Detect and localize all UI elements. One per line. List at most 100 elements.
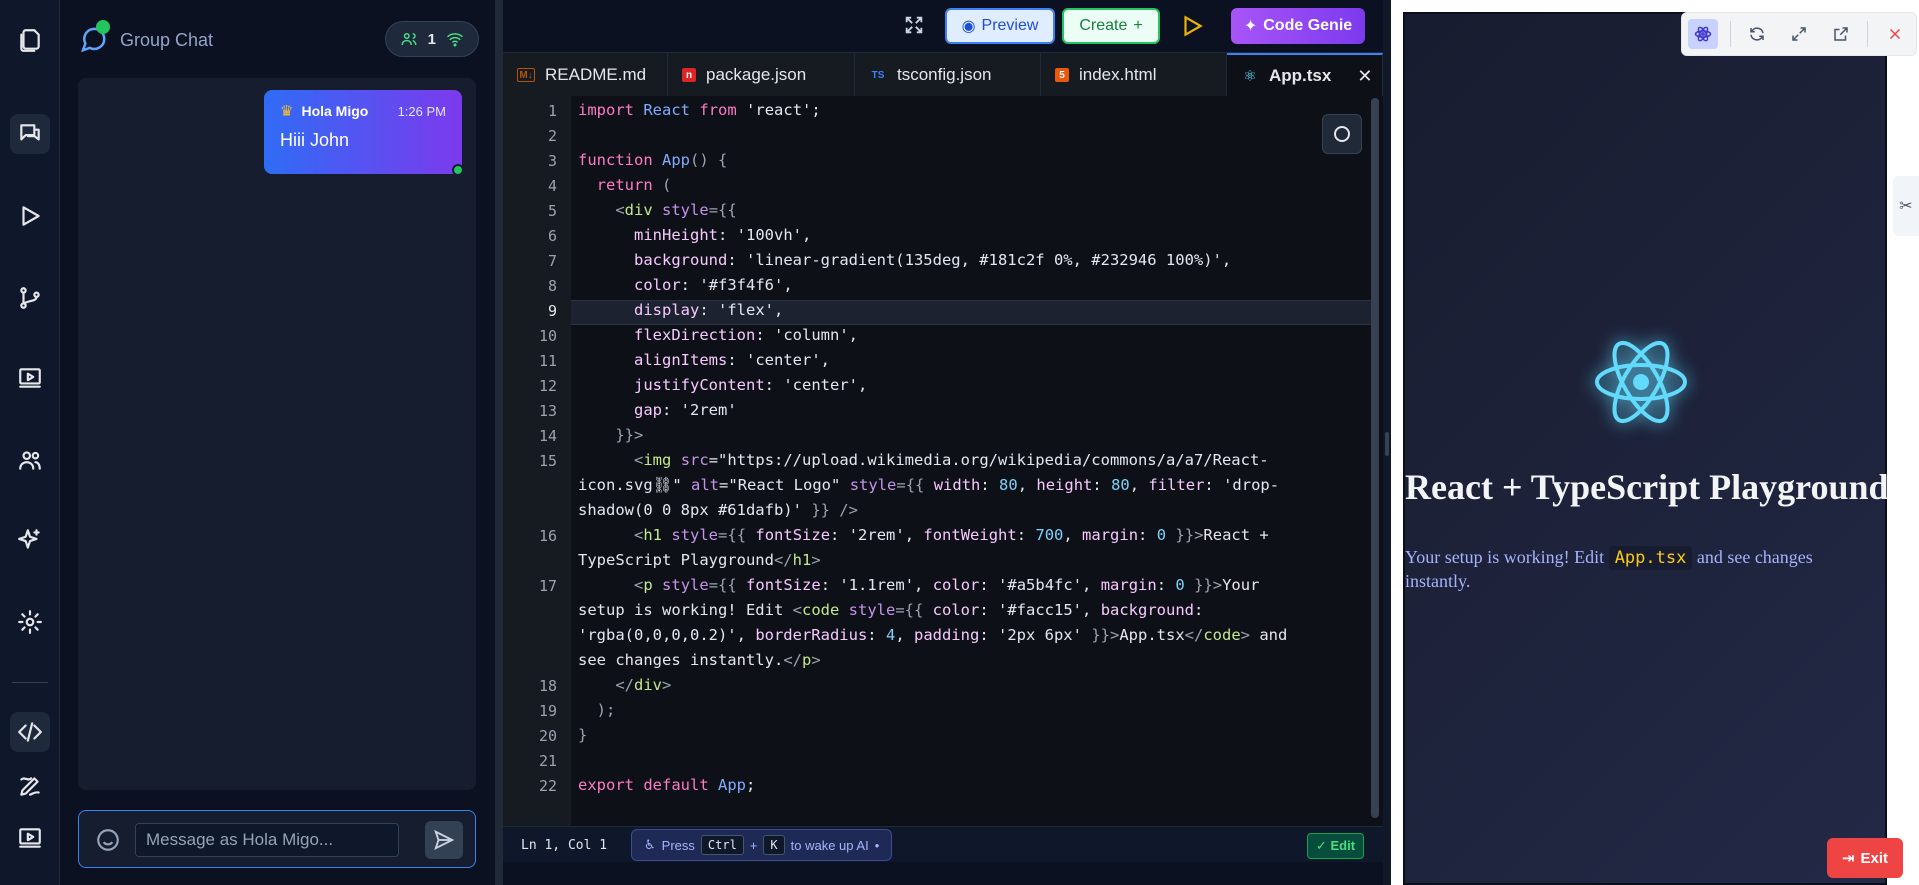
settings-button[interactable]	[10, 602, 50, 642]
minimap-toggle[interactable]	[1322, 114, 1362, 154]
maximize-icon	[1792, 27, 1806, 41]
code-line: }	[578, 726, 588, 744]
code-line: display: 'flex',	[634, 301, 784, 319]
line-number: 21	[538, 752, 557, 770]
run-code-button[interactable]	[1179, 12, 1205, 40]
tab-package-json[interactable]: n package.json	[668, 53, 855, 97]
source-control-button[interactable]	[10, 278, 50, 318]
play-icon	[1184, 15, 1203, 37]
open-external-button[interactable]	[1826, 19, 1856, 49]
drag-handle[interactable]	[1385, 432, 1389, 456]
code-line: function App() {	[578, 151, 728, 169]
exit-button[interactable]: ⇥ Exit	[1827, 838, 1903, 878]
hint-press: Press	[661, 837, 695, 853]
ai-wake-hint[interactable]: ♿ Press Ctrl + K to wake up AI •	[631, 829, 893, 861]
whiteboard-button[interactable]	[10, 766, 50, 806]
message-list[interactable]: ♛ Hola Migo 1:26 PM Hiii John	[78, 78, 476, 790]
markdown-file-icon: M↓	[517, 68, 535, 82]
message-time: 1:26 PM	[397, 103, 446, 119]
code-editor[interactable]: 1 2 3 4 5 6 7 8 9 10 11 12 13 14 15 16 17 18 19 20 21 22 impo…	[503, 96, 1383, 826]
pen-tool-icon	[20, 777, 40, 796]
chat-button[interactable]	[10, 114, 50, 154]
editor-scrollbar[interactable]	[1371, 98, 1379, 818]
line-number: 14	[538, 427, 557, 445]
create-button[interactable]: Create +	[1062, 8, 1160, 44]
tab-index-html[interactable]: 5 index.html	[1041, 53, 1227, 97]
resize-handle-right[interactable]	[1383, 0, 1391, 885]
screen-share-button[interactable]	[10, 818, 50, 858]
code-line: <h1 style={{ fontSize: '2rem', fontWeigh…	[634, 526, 1269, 544]
expand-icon	[905, 16, 923, 34]
users-button[interactable]	[10, 440, 50, 480]
close-tab-icon[interactable]: ✕	[1357, 66, 1372, 87]
message-composer	[78, 810, 476, 868]
fullscreen-button[interactable]	[903, 14, 927, 38]
preview-frame: React + TypeScript Playground Your setup…	[1403, 12, 1889, 885]
monitor-play-icon	[19, 828, 41, 848]
exit-label: Exit	[1860, 849, 1889, 867]
edit-mode-badge[interactable]: ✓ Edit	[1307, 833, 1365, 859]
users-icon	[19, 451, 41, 470]
circle-icon	[1334, 126, 1350, 142]
resize-handle-left[interactable]	[495, 0, 503, 885]
tab-app-tsx[interactable]: ⚛ App.tsx ✕	[1227, 53, 1383, 97]
code-line: setup is working! Edit <code style={{ co…	[578, 601, 1204, 619]
ctrl-key: Ctrl	[700, 835, 744, 855]
online-users-pill[interactable]: 1	[384, 21, 479, 57]
line-number: 15	[538, 452, 557, 470]
media-button[interactable]	[10, 358, 50, 398]
ai-button[interactable]	[10, 520, 50, 560]
chat-title: Group Chat	[120, 30, 214, 50]
code-genie-button[interactable]: ✦ Code Genie	[1231, 8, 1365, 44]
tab-label: package.json	[706, 65, 807, 84]
preview-heading: React + TypeScript Playground	[1405, 467, 1889, 507]
code-line: <img src="https://upload.wikimedia.org/w…	[634, 451, 1269, 469]
line-number: 10	[538, 327, 557, 345]
side-panel-toggle[interactable]: ✂	[1893, 176, 1919, 236]
code-icon	[18, 722, 42, 742]
play-icon	[22, 206, 40, 226]
accessibility-icon: ♿	[644, 837, 656, 852]
line-number: 16	[538, 527, 557, 545]
git-branch-icon	[20, 287, 40, 309]
smile-icon	[97, 829, 119, 851]
message-text: Hiii John	[280, 130, 350, 150]
wifi-icon	[447, 33, 463, 47]
line-number: 8	[547, 277, 557, 295]
code-line: gap: '2rem'	[634, 401, 737, 419]
code-genie-label: Code Genie	[1263, 17, 1353, 34]
maximize-button[interactable]	[1784, 19, 1814, 49]
code-line: background: 'linear-gradient(135deg, #18…	[634, 251, 1232, 269]
send-button[interactable]	[425, 821, 463, 859]
refresh-button[interactable]	[1742, 19, 1772, 49]
emoji-button[interactable]	[95, 827, 121, 853]
line-number: 12	[538, 377, 557, 395]
cursor-position: Ln 1, Col 1	[521, 838, 608, 853]
line-number: 17	[538, 577, 557, 595]
close-preview-button[interactable]	[1880, 19, 1910, 49]
message-input[interactable]	[135, 823, 399, 857]
line-number: 1	[547, 102, 557, 120]
react-logo-icon	[1595, 340, 1687, 424]
users-icon	[401, 33, 417, 46]
code-line: see changes instantly.</p>	[578, 651, 821, 669]
tab-tsconfig[interactable]: TS tsconfig.json	[855, 53, 1041, 97]
scrollbar-thumb[interactable]	[1371, 98, 1379, 818]
react-mode-button[interactable]	[1687, 19, 1718, 49]
delivered-dot	[452, 164, 464, 176]
preview-label: Preview	[981, 17, 1039, 34]
message-sender: Hola Migo	[301, 103, 369, 119]
files-button[interactable]	[10, 20, 50, 60]
tab-readme[interactable]: M↓ README.md	[503, 53, 668, 97]
code-line: flexDirection: 'column',	[634, 326, 858, 344]
code-button[interactable]	[10, 712, 50, 752]
line-number: 13	[538, 402, 557, 420]
code-line: icon.svg⛓" alt="React Logo" style={{ wid…	[578, 476, 1280, 494]
html-file-icon: 5	[1055, 68, 1069, 82]
preview-button[interactable]: ◉ Preview	[945, 8, 1055, 44]
code-line: 'rgba(0,0,0,0.2)', borderRadius: 4, padd…	[578, 626, 1288, 644]
code-line: import React from 'react';	[578, 101, 821, 119]
line-number: 5	[547, 202, 557, 220]
toolbar-divider	[1729, 21, 1731, 47]
run-button[interactable]	[10, 196, 50, 236]
